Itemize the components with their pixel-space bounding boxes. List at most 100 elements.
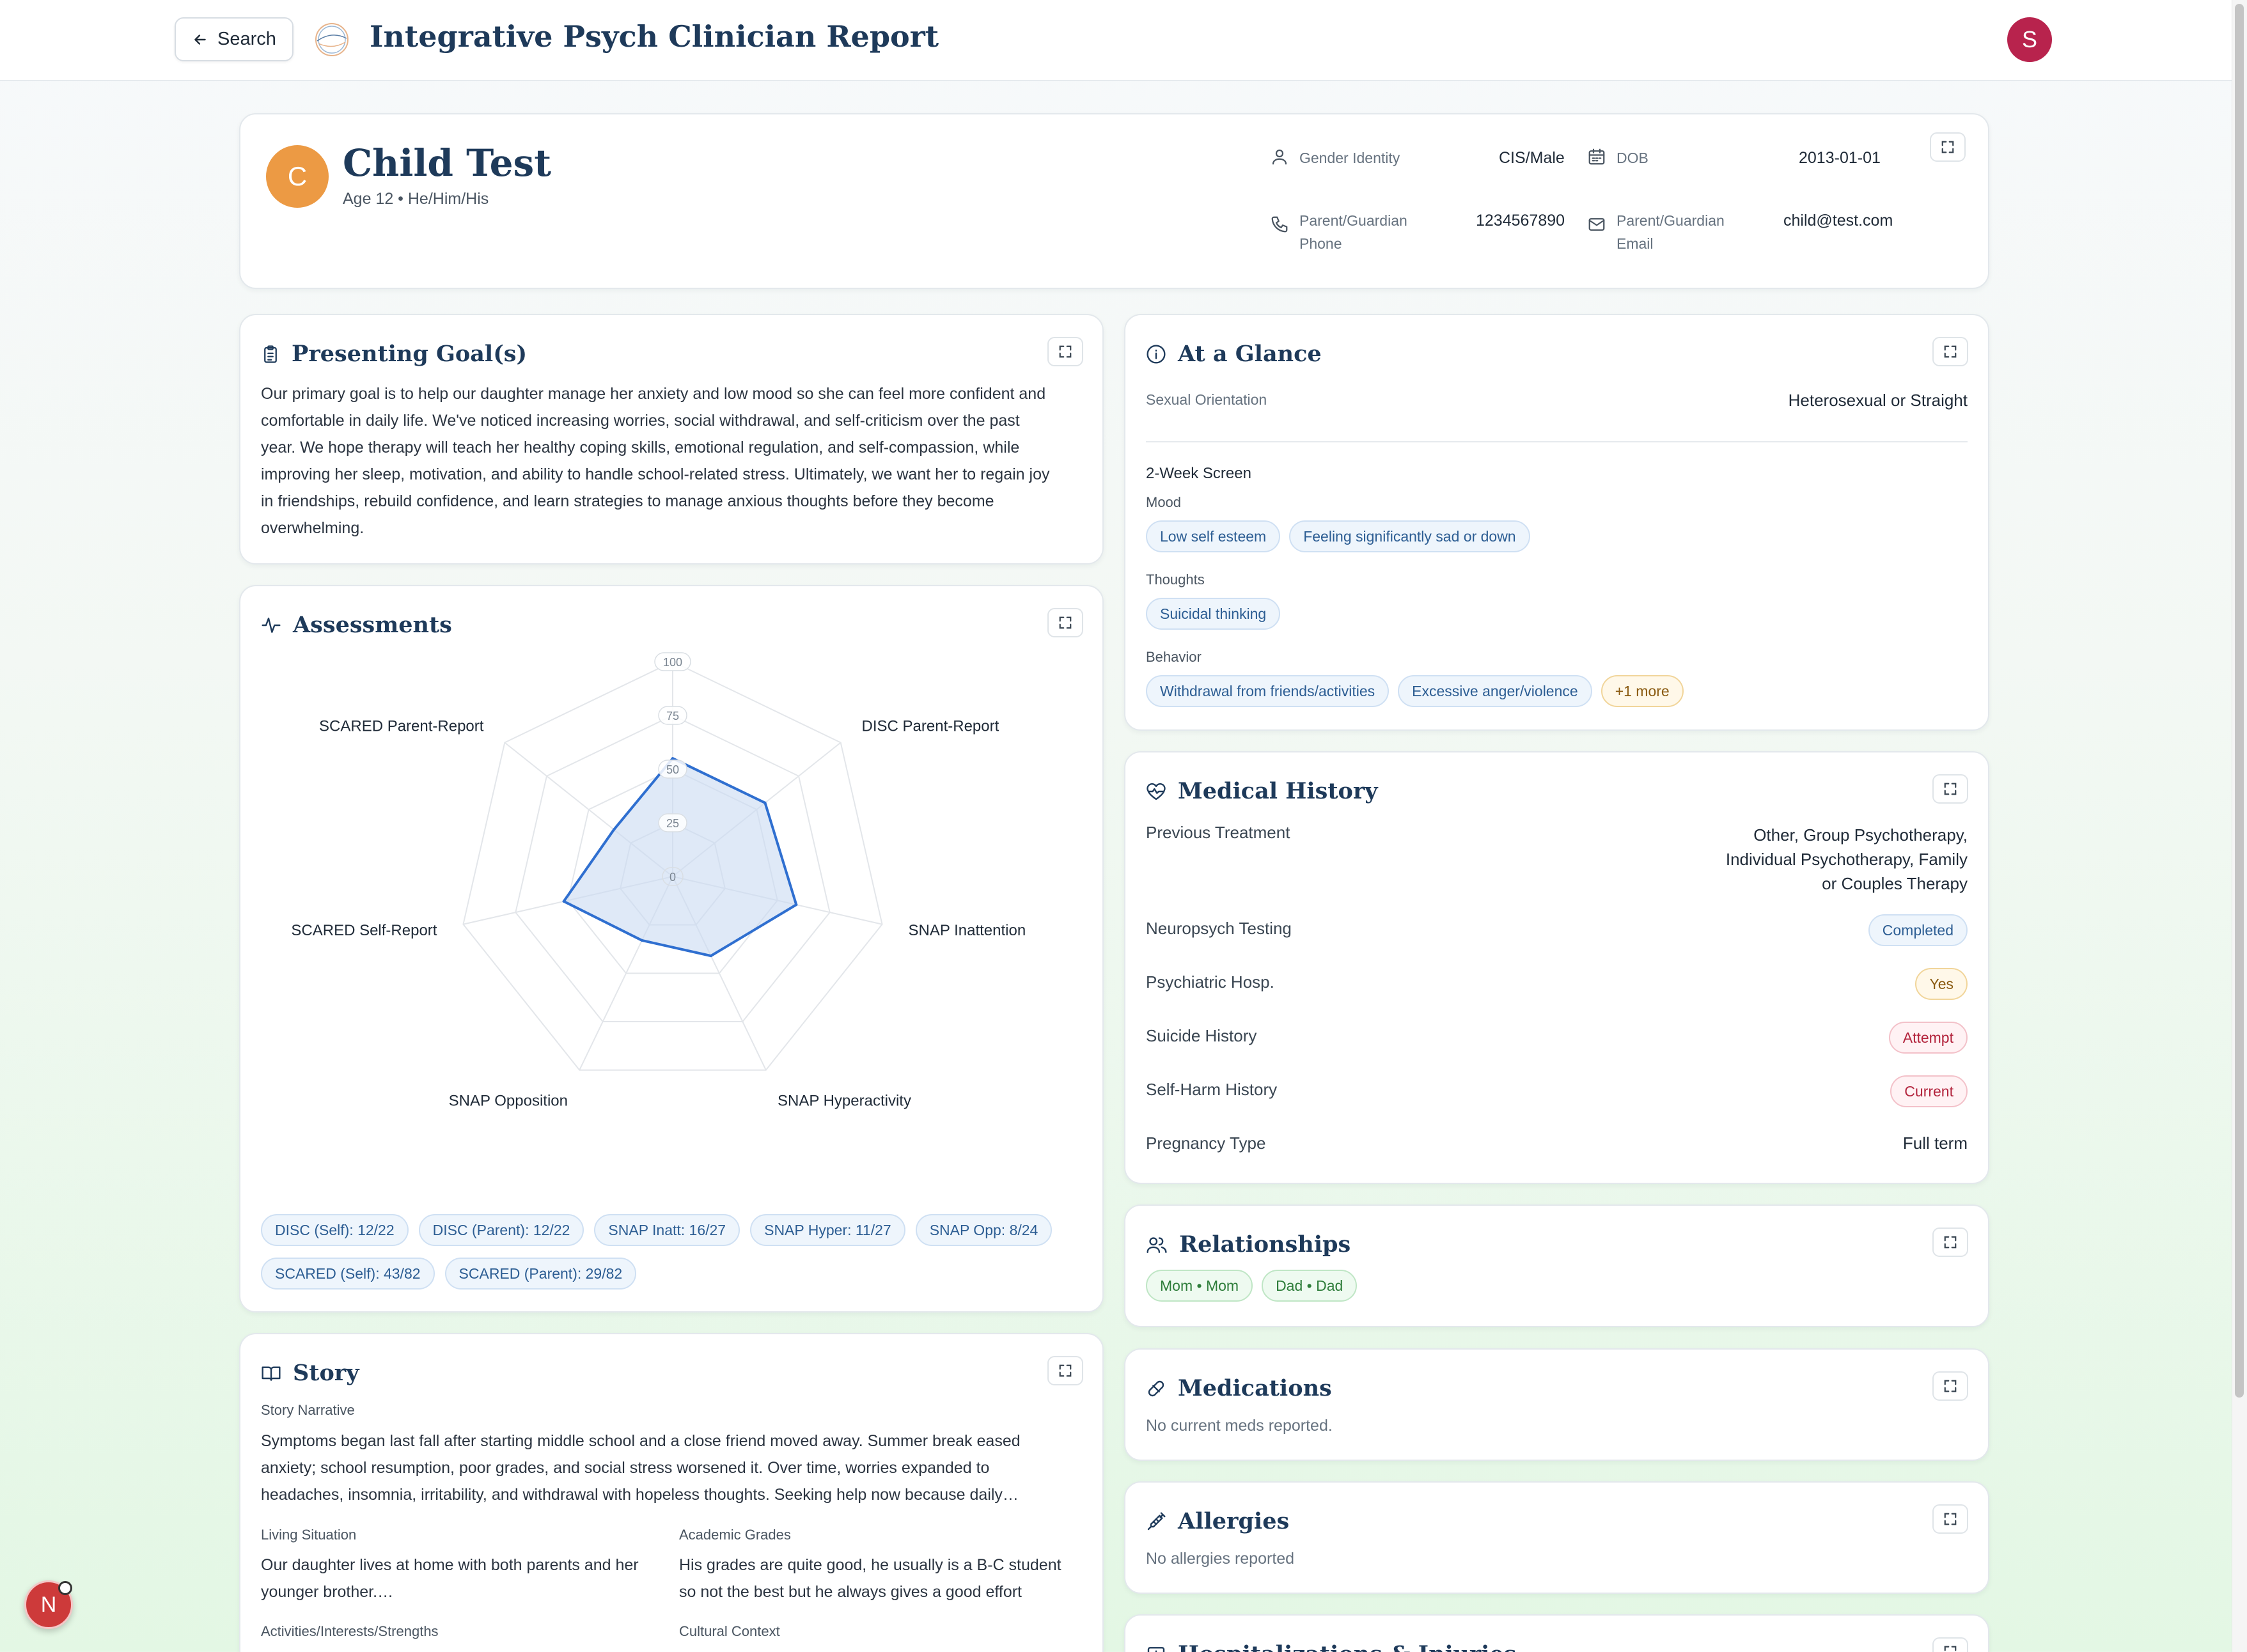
score-chip: SCARED (Parent): 29/82 [444,1258,637,1290]
guardian-email-label-line1: Parent/Guardian [1617,212,1725,229]
mood-chips: Low self esteem Feeling significantly sa… [1146,520,1530,552]
info-icon [1147,344,1166,364]
relationship-chip: Dad • Dad [1262,1270,1358,1302]
hospitalizations-card: Hospitalizations & Injuries [1124,1614,1989,1652]
assessment-radar-chart: 0255075100DISC Self-ReportDISC Parent-Re… [291,652,1026,1110]
allergies-title: Allergies [1146,1508,1289,1534]
floating-notification-button[interactable]: N [24,1580,73,1629]
score-chip: DISC (Parent): 12/22 [418,1214,584,1246]
back-search-button[interactable]: Search [175,17,294,61]
radar-data-point [763,801,767,804]
radar-data-point [795,903,798,907]
assessments-title-text: Assessments [293,612,452,638]
pill-icon [1148,1380,1164,1396]
expand-button[interactable] [1932,1504,1968,1534]
previous-treatment-line: Individual Psychotherapy, Family [1725,850,1968,869]
behavior-label: Behavior [1146,649,1202,665]
previous-treatment-line: Other, Group Psychotherapy, [1753,825,1968,845]
hospitalizations-title: Hospitalizations & Injuries [1146,1641,1516,1652]
goal-line: Our primary goal is to help our daughter… [261,385,1046,403]
patient-avatar: C [266,145,329,208]
sexual-orientation-label: Sexual Orientation [1146,391,1267,408]
expand-button[interactable] [1047,1356,1083,1385]
guardian-email-value: child@test.com [1783,212,1893,230]
living-line: younger brother.… [261,1583,394,1601]
radar-data-point [640,939,643,942]
allergies-title-text: Allergies [1178,1508,1290,1534]
at-a-glance-card: At a Glance Sexual Orientation Heterosex… [1124,314,1989,731]
user-avatar[interactable]: S [2007,17,2052,62]
expand-icon [1944,1513,1957,1525]
academic-grades-label: Academic Grades [679,1527,791,1543]
expand-icon [1941,141,1954,153]
dob-value: 2013-01-01 [1799,149,1881,167]
expand-button[interactable] [1047,337,1083,366]
guardian-email-field: Parent/Guardian Email [1587,209,1725,255]
activities-label: Activities/Interests/Strengths [261,1623,439,1639]
radar-category-label: SNAP Hyperactivity [778,1093,911,1110]
symptom-chip: Excessive anger/violence [1398,675,1592,707]
relationships-title: Relationships [1146,1231,1351,1258]
back-search-label: Search [217,29,276,49]
radar-data-point [709,955,712,958]
narrative-line: anxiety; school resumption, poor grades,… [261,1459,990,1477]
calendar-icon [1588,148,1605,165]
more-symptoms-chip[interactable]: +1 more [1601,675,1684,707]
cultural-context-label: Cultural Context [679,1623,780,1639]
assessments-title: Assessments [261,612,452,638]
expand-button[interactable] [1932,1371,1968,1401]
expand-button[interactable] [1932,1227,1968,1257]
notification-dot [58,1581,72,1595]
academic-grades-text: His grades are quite good, he usually is… [679,1552,1088,1605]
goal-line: in friendships, rebuild confidence, and … [261,492,994,510]
phone-icon [1271,216,1288,233]
relationships-title-text: Relationships [1179,1231,1351,1258]
patient-name: Child Test [343,141,551,185]
suicide-history-badge: Attempt [1888,1022,1968,1054]
grades-line: so not the best but he always gives a go… [679,1583,1022,1601]
radar-category-label: SNAP Inattention [909,922,1026,939]
score-chip: SNAP Inatt: 16/27 [594,1214,740,1246]
narrative-line: headaches, insomnia, irritability, and w… [261,1486,1019,1504]
guardian-phone-label-line2: Phone [1299,235,1342,252]
living-line: Our daughter lives at home with both par… [261,1556,639,1574]
page-scrollbar-thumb[interactable] [2235,4,2244,1398]
medications-card: Medications No current meds reported. [1124,1348,1989,1461]
story-narrative-text: Symptoms began last fall after starting … [261,1428,1092,1508]
presenting-goals-card: Presenting Goal(s) Our primary goal is t… [239,314,1104,565]
arrow-left-icon [194,34,206,45]
person-icon [1272,149,1287,165]
patient-header-card: C Child Test Age 12 • He/Him/His Gender … [239,113,1989,289]
expand-button[interactable] [1932,337,1968,366]
medications-text: No current meds reported. [1146,1417,1333,1435]
at-a-glance-title-text: At a Glance [1178,341,1322,367]
thoughts-chips: Suicidal thinking [1146,598,1281,630]
expand-button[interactable] [1930,132,1966,162]
relationship-chips: Mom • Mom Dad • Dad [1146,1270,1358,1302]
expand-icon [1944,1380,1957,1392]
gender-identity-value: CIS/Male [1499,149,1565,167]
radar-series-area [562,757,798,958]
psychiatric-hosp-badge: Yes [1915,968,1968,1000]
sexual-orientation-value: Heterosexual or Straight [1788,391,1968,410]
top-bar: Search Integrative Psych Clinician Repor… [0,0,2232,81]
presenting-goals-title-text: Presenting Goal(s) [292,341,528,367]
expand-button[interactable] [1932,774,1968,804]
expand-icon [1944,345,1957,358]
radar-category-label: SCARED Self-Report [291,922,437,939]
users-icon [1147,1236,1167,1253]
psychiatric-hosp-label: Psychiatric Hosp. [1146,972,1274,992]
relationships-card: Relationships Mom • Mom Dad • Dad [1124,1204,1989,1327]
expand-button[interactable] [1932,1637,1968,1652]
presenting-goals-text: Our primary goal is to help our daughter… [261,380,1092,542]
patient-subtitle: Age 12 • He/Him/His [343,190,489,208]
expand-icon [1059,345,1072,358]
floating-initial: N [40,1592,57,1617]
score-chip: SNAP Opp: 8/24 [915,1214,1053,1246]
dob-label: DOB [1617,150,1648,166]
expand-button[interactable] [1047,608,1083,637]
expand-icon [1059,1364,1072,1377]
gender-identity-label: Gender Identity [1299,150,1400,166]
radar-data-point [671,757,674,760]
expand-icon [1059,616,1072,629]
